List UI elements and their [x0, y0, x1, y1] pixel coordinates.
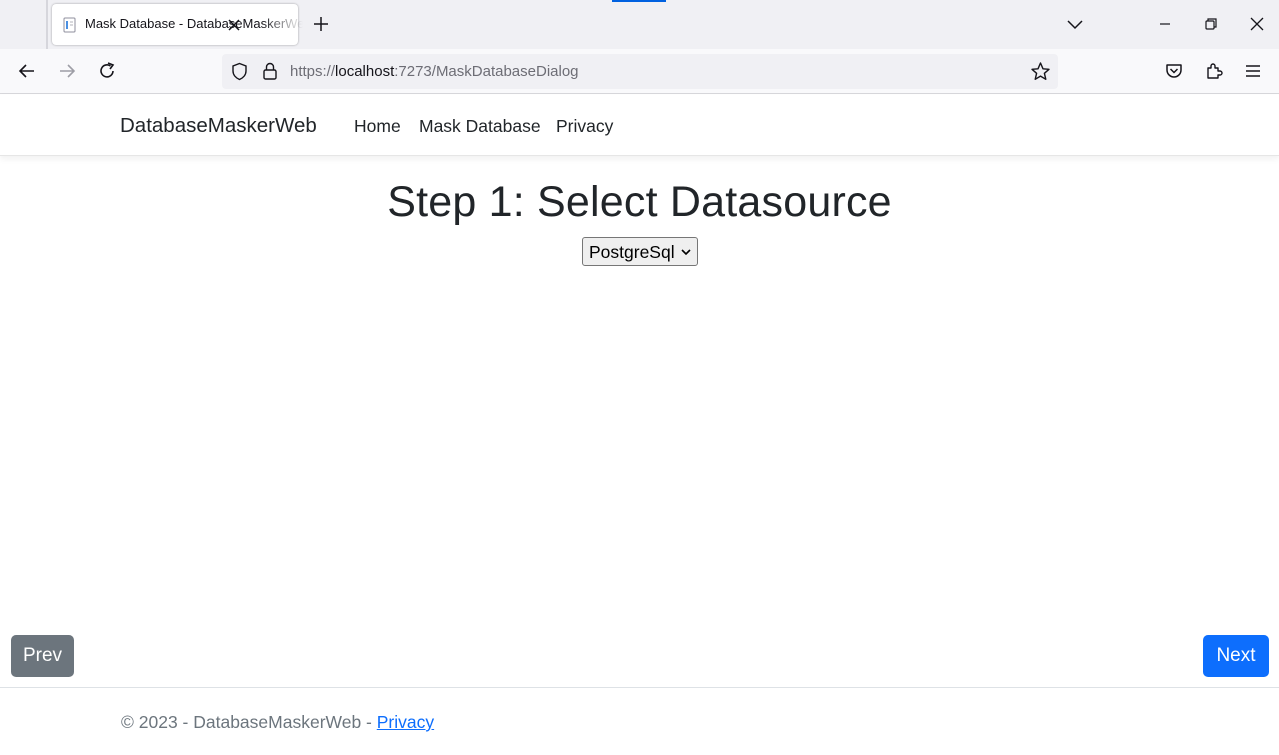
browser-toolbar: https://localhost:7273/MaskDatabaseDialo…: [0, 49, 1279, 94]
prev-button[interactable]: Prev: [11, 635, 74, 677]
chevron-down-icon[interactable]: [1066, 16, 1084, 32]
address-bar[interactable]: https://localhost:7273/MaskDatabaseDialo…: [222, 54, 1058, 89]
footer-divider: [0, 687, 1279, 688]
tab-strip: Mask Database - DatabaseMaskerWeb: [0, 0, 1279, 49]
url-text[interactable]: https://localhost:7273/MaskDatabaseDialo…: [290, 63, 579, 80]
tab-title: Mask Database - DatabaseMaskerWeb: [85, 16, 303, 31]
nav-mask-database[interactable]: Mask Database: [419, 116, 541, 137]
window-close-icon[interactable]: [1247, 14, 1267, 34]
url-host: localhost: [335, 63, 395, 80]
footer-privacy-link[interactable]: Privacy: [377, 712, 434, 732]
tab-strip-separator: [46, 0, 48, 49]
site-brand[interactable]: DatabaseMaskerWeb: [120, 114, 317, 138]
site-navbar: DatabaseMaskerWeb Home Mask Database Pri…: [0, 95, 1279, 156]
browser-tab[interactable]: Mask Database - DatabaseMaskerWeb: [52, 4, 303, 45]
page-title: Step 1: Select Datasource: [387, 178, 892, 226]
plus-icon[interactable]: [311, 14, 331, 34]
datasource-select[interactable]: PostgreSql: [582, 237, 698, 266]
url-path: :7273/MaskDatabaseDialog: [394, 63, 579, 80]
pocket-icon[interactable]: [1163, 60, 1185, 82]
nav-home[interactable]: Home: [354, 116, 401, 137]
star-icon[interactable]: [1030, 61, 1051, 82]
minimize-icon[interactable]: [1155, 14, 1175, 34]
loading-indicator: [612, 0, 666, 2]
lock-icon[interactable]: [261, 61, 279, 81]
forward-arrow-icon[interactable]: [56, 60, 78, 82]
nav-privacy[interactable]: Privacy: [556, 116, 613, 137]
restore-icon[interactable]: [1201, 14, 1221, 34]
back-arrow-icon[interactable]: [16, 60, 38, 82]
url-scheme: https://: [290, 63, 336, 80]
next-button[interactable]: Next: [1203, 635, 1269, 677]
menu-icon[interactable]: [1242, 60, 1264, 82]
footer: © 2023 - DatabaseMaskerWeb - Privacy: [121, 712, 434, 733]
datasource-selected-value: PostgreSql: [589, 242, 675, 262]
shield-icon[interactable]: [230, 62, 249, 81]
chevron-down-icon: [681, 249, 691, 256]
extensions-icon[interactable]: [1203, 60, 1225, 82]
page-icon: [63, 17, 76, 33]
footer-copyright: © 2023 - DatabaseMaskerWeb -: [121, 712, 377, 732]
close-icon[interactable]: [225, 16, 243, 34]
reload-icon[interactable]: [96, 60, 118, 82]
